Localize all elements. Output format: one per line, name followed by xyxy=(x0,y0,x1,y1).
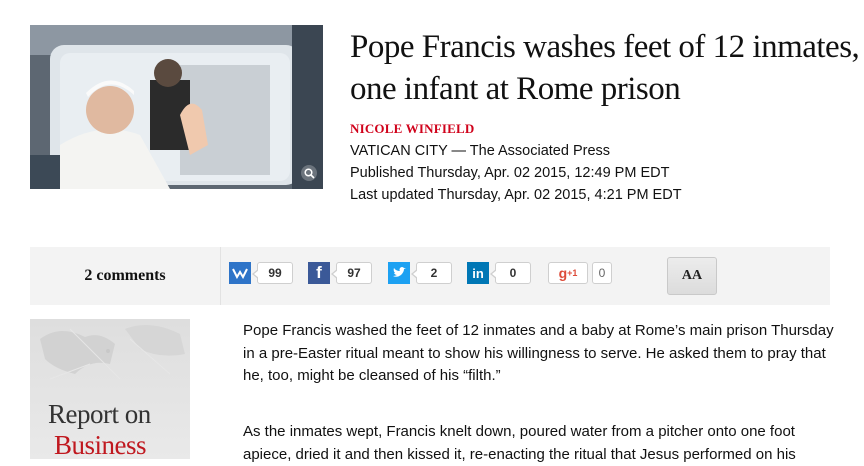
share-gplus[interactable]: g +1 0 xyxy=(548,261,612,285)
world-map-graphic xyxy=(40,325,185,380)
promo-title-line1: Report on xyxy=(48,399,151,429)
share-bar: 2 comments 99 f 97 2 in 0 g +1 0 AA xyxy=(30,247,830,305)
comments-link[interactable]: 2 comments xyxy=(30,247,220,305)
updated-date: Last updated Thursday, Apr. 02 2015, 4:2… xyxy=(350,187,682,203)
dateline: VATICAN CITY — The Associated Press xyxy=(350,143,611,159)
share-facebook[interactable]: f 97 xyxy=(308,261,372,285)
share-twitter[interactable]: 2 xyxy=(388,261,452,285)
twitter-icon xyxy=(388,262,410,284)
share-linkedin[interactable]: in 0 xyxy=(467,261,531,285)
gplus-icon: g +1 xyxy=(548,262,588,284)
promo-title-line2: Business xyxy=(54,430,147,459)
divider xyxy=(220,247,221,305)
published-date: Published Thursday, Apr. 02 2015, 12:49 … xyxy=(350,165,670,181)
vk-icon xyxy=(229,262,251,284)
article-paragraph: Pope Francis washed the feet of 12 inmat… xyxy=(243,322,834,384)
linkedin-count: 0 xyxy=(490,262,531,284)
facebook-count: 97 xyxy=(331,262,372,284)
share-vk[interactable]: 99 xyxy=(229,261,293,285)
pope-in-car-image xyxy=(30,25,323,189)
magnifier-icon[interactable] xyxy=(301,165,317,181)
vk-count: 99 xyxy=(252,262,293,284)
facebook-icon: f xyxy=(308,262,330,284)
gplus-sup: +1 xyxy=(567,268,578,278)
article-headline: Pope Francis washes feet of 12 inmates, … xyxy=(350,29,860,107)
font-size-button[interactable]: AA xyxy=(667,257,717,295)
article-paragraph: As the inmates wept, Francis knelt down,… xyxy=(243,423,796,463)
report-on-business-promo[interactable]: Report on Business xyxy=(30,319,190,459)
author-byline[interactable]: NICOLE WINFIELD xyxy=(350,121,474,137)
twitter-count: 2 xyxy=(411,262,452,284)
gplus-count: 0 xyxy=(592,262,612,284)
gplus-label: g xyxy=(558,265,568,281)
hero-photo[interactable] xyxy=(30,25,323,189)
linkedin-icon: in xyxy=(467,262,489,284)
